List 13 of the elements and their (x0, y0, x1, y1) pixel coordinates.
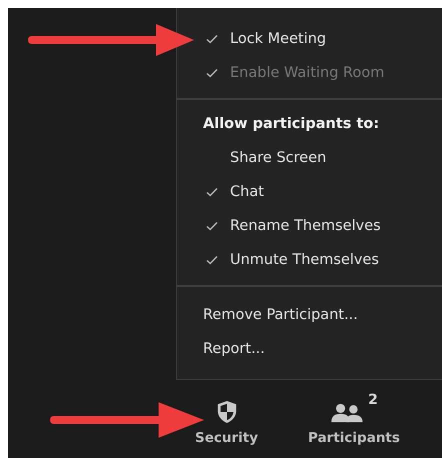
people-icon (330, 402, 364, 424)
menu-item[interactable]: Chat (230, 184, 264, 200)
security-button[interactable]: Security (195, 392, 258, 446)
participant-count: 2 (368, 392, 378, 408)
menu-item[interactable]: Lock Meeting (230, 31, 326, 47)
menu-heading: Allow participants to: (202, 115, 380, 134)
participants-button[interactable]: 2 Participants (308, 392, 400, 446)
shield-icon (216, 400, 238, 424)
menu-item[interactable]: Remove Participant... (203, 307, 358, 323)
menu-item[interactable]: Report... (203, 341, 265, 357)
menu-item[interactable]: Unmute Themselves (230, 252, 379, 268)
menu-item[interactable]: Share Screen (230, 150, 326, 166)
menu-item[interactable]: Rename Themselves (230, 218, 381, 234)
